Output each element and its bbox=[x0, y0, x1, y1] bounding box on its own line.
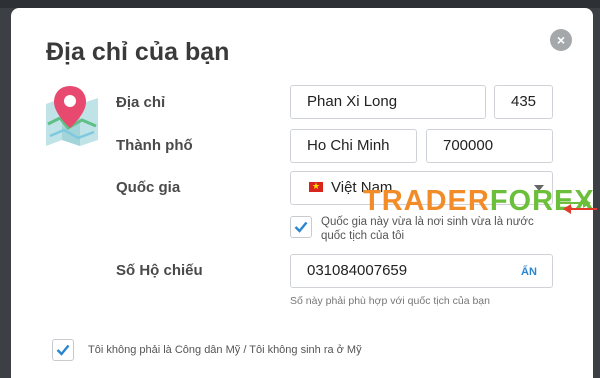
address-label: Địa chỉ bbox=[116, 94, 166, 111]
vietnam-flag-icon bbox=[309, 179, 323, 193]
postal-code-input[interactable]: 700000 bbox=[426, 129, 553, 163]
passport-label: Số Hộ chiếu bbox=[116, 262, 203, 279]
close-icon: × bbox=[556, 32, 566, 48]
birth-nationality-label: Quốc gia này vừa là nơi sinh vừa là nước… bbox=[321, 216, 534, 242]
city-input[interactable]: Ho Chi Minh bbox=[290, 129, 417, 163]
passport-input[interactable]: 031084007659 bbox=[290, 254, 553, 288]
close-button[interactable]: × bbox=[550, 29, 572, 51]
watermark-arrows-icon bbox=[557, 198, 597, 214]
hide-passport-button[interactable]: ẨN bbox=[521, 266, 537, 278]
checkmark-icon bbox=[56, 344, 70, 356]
birth-nationality-checkbox[interactable] bbox=[290, 216, 312, 238]
house-number-input[interactable]: 435 bbox=[494, 85, 553, 119]
country-label: Quốc gia bbox=[116, 179, 181, 196]
dialog-title: Địa chỉ của bạn bbox=[46, 38, 230, 66]
not-us-citizen-checkbox[interactable] bbox=[52, 339, 74, 361]
checkmark-icon bbox=[294, 221, 308, 233]
not-us-citizen-label: Tôi không phải là Công dân Mỹ / Tôi khôn… bbox=[88, 344, 362, 356]
page-backdrop bbox=[0, 0, 600, 8]
street-input[interactable]: Phan Xi Long bbox=[290, 85, 486, 119]
map-pin-icon bbox=[46, 86, 98, 146]
passport-hint: Số này phải phù hợp với quốc tịch của bạ… bbox=[290, 295, 490, 307]
city-label: Thành phố bbox=[116, 137, 193, 154]
